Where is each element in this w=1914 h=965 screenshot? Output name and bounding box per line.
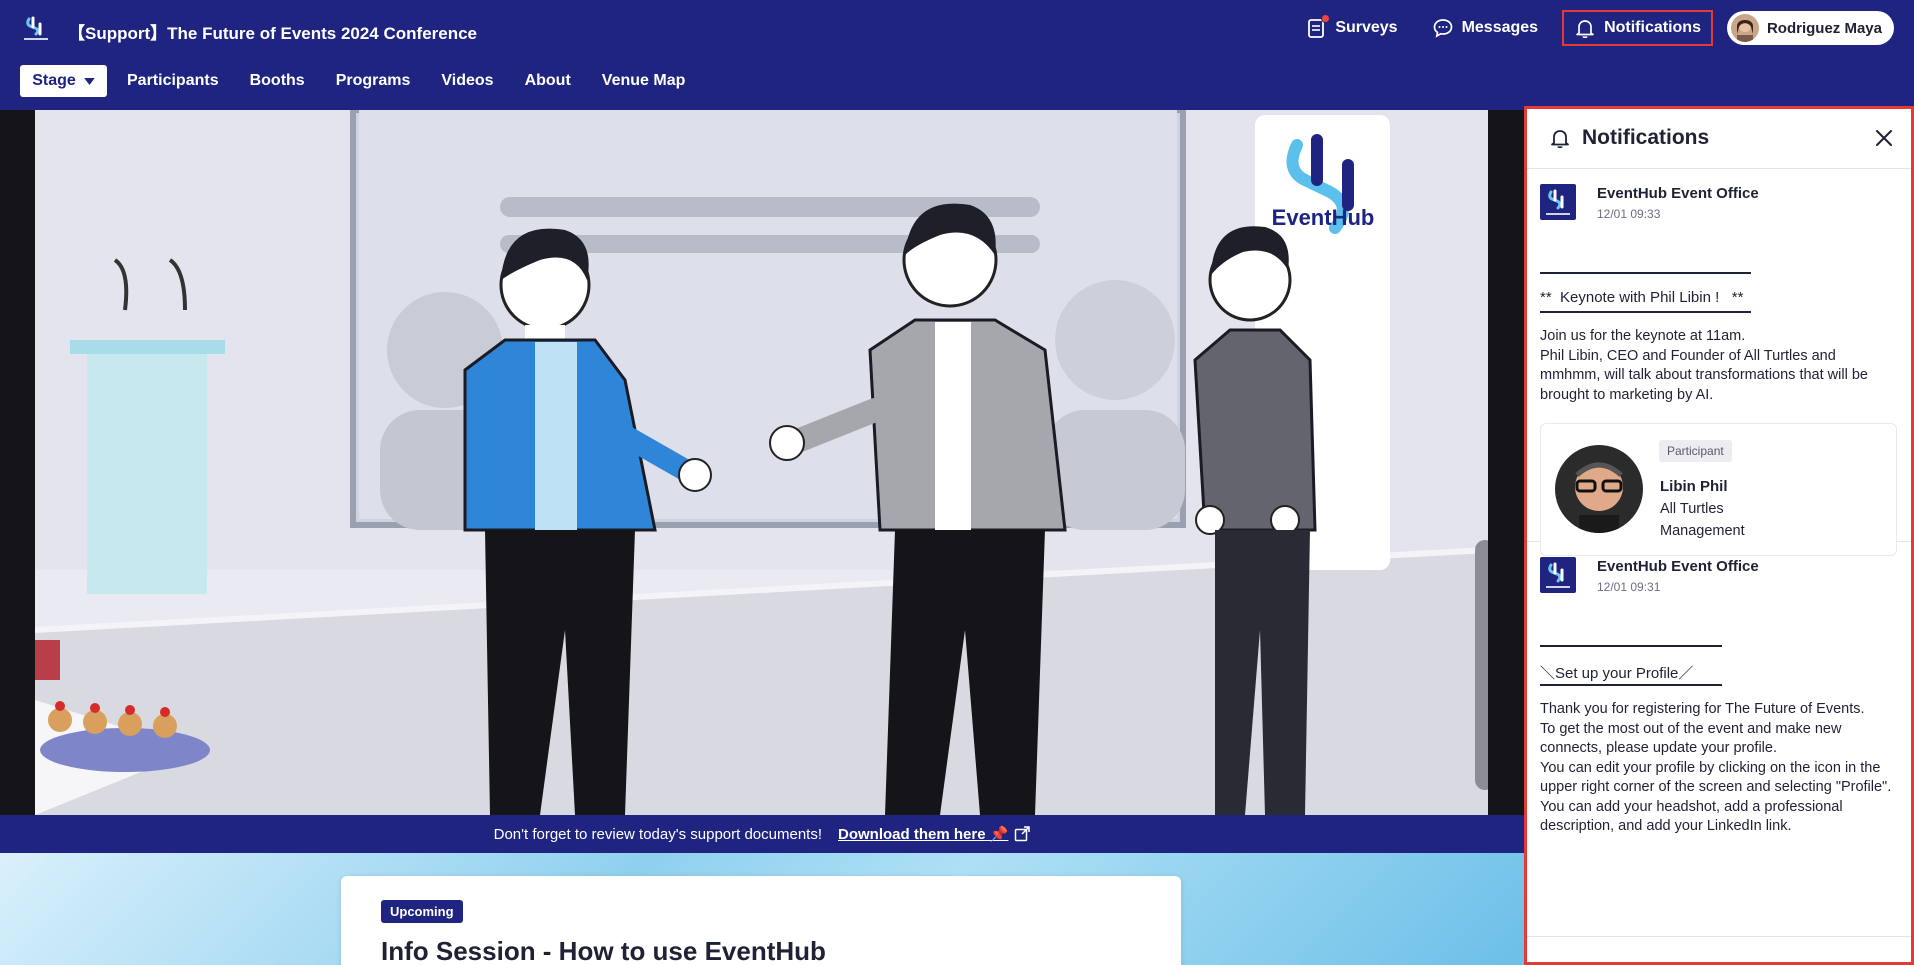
- nav-item-participants[interactable]: Participants: [127, 72, 219, 90]
- panel-title: Notifications: [1582, 126, 1710, 149]
- messages-button[interactable]: Messages: [1422, 10, 1549, 46]
- download-link[interactable]: Download them here 📌: [838, 825, 1031, 843]
- bell-icon: [1574, 17, 1596, 39]
- nav-items: Participants Booths Programs Videos Abou…: [127, 65, 685, 97]
- notification-body: Thank you for registering for The Future…: [1540, 700, 1905, 837]
- participant-name: Libin Phil: [1660, 478, 1728, 495]
- participant-title: Management: [1660, 523, 1745, 539]
- body-line: Join us for the keynote at 11am.: [1540, 328, 1746, 344]
- participant-company: All Turtles: [1660, 501, 1724, 517]
- nav-stage-dropdown[interactable]: Stage: [20, 65, 107, 97]
- top-bar: 【Support】The Future of Events 2024 Confe…: [0, 0, 1914, 58]
- body-line: Phil Libin, CEO and Founder of All Turtl…: [1540, 347, 1836, 364]
- notification-time: 12/01 09:31: [1597, 580, 1661, 594]
- notifications-label: Notifications: [1604, 19, 1701, 36]
- user-menu-button[interactable]: Rodriguez Maya: [1726, 11, 1894, 45]
- external-link-icon: [1015, 826, 1031, 842]
- body-line: connects, please update your profile.: [1540, 740, 1777, 756]
- user-avatar: [1730, 14, 1759, 42]
- participant-avatar: [1555, 445, 1643, 533]
- nav-stage-label: Stage: [32, 72, 76, 89]
- bell-icon: [1551, 130, 1569, 149]
- app-logo-icon[interactable]: [20, 12, 52, 44]
- body-line: upper right corner of the screen and sel…: [1540, 779, 1892, 795]
- body-line: You can add your headshot, add a profess…: [1540, 798, 1843, 815]
- notifications-button[interactable]: Notifications: [1562, 10, 1713, 46]
- banner-text: Don't forget to review today's support d…: [493, 825, 823, 843]
- nav-item-venue-map[interactable]: Venue Map: [602, 72, 686, 90]
- body-line: mmhmm, will talk about transformations t…: [1540, 367, 1868, 383]
- body-line: Thank you for registering for The Future…: [1540, 701, 1865, 717]
- notification-body: Join us for the keynote at 11am. Phil Li…: [1540, 327, 1905, 405]
- notification-item[interactable]: EventHub Event Office 12/01 09:33 ** Key…: [1527, 169, 1911, 556]
- video-player[interactable]: EventHub: [35, 110, 1488, 815]
- video-frame-illustration: EventHub: [35, 110, 1488, 815]
- survey-icon: [1305, 14, 1331, 39]
- download-link-label: Download them here 📌: [838, 826, 1009, 843]
- body-line: You can edit your profile by clicking on…: [1540, 759, 1881, 776]
- notification-item[interactable]: EventHub Event Office 12/01 09:31 ＼Set u…: [1527, 542, 1911, 937]
- status-badge: Upcoming: [381, 900, 463, 923]
- nav-item-booths[interactable]: Booths: [250, 72, 305, 90]
- sender-name: EventHub Event Office: [1597, 185, 1759, 202]
- event-title: 【Support】The Future of Events 2024 Confe…: [68, 24, 478, 43]
- caret-down-icon: [84, 77, 95, 85]
- sender-name: EventHub Event Office: [1597, 558, 1759, 575]
- divider-line: [1540, 272, 1751, 274]
- notification-heading: ＼Set up your Profile／: [1540, 665, 1694, 682]
- panel-header: Notifications: [1527, 109, 1911, 169]
- body-line: To get the most out of the event and mak…: [1540, 720, 1842, 737]
- participant-role-badge: Participant: [1659, 440, 1732, 462]
- user-name: Rodriguez Maya: [1766, 19, 1882, 37]
- session-card[interactable]: Upcoming Info Session - How to use Event…: [341, 876, 1181, 965]
- body-line: description, and add your LinkedIn link.: [1540, 818, 1792, 834]
- close-icon[interactable]: [1873, 127, 1895, 149]
- session-title: Info Session - How to use EventHub: [381, 936, 826, 965]
- support-banner: Don't forget to review today's support d…: [0, 815, 1524, 853]
- notification-heading: ** Keynote with Phil Libin ! **: [1540, 289, 1744, 306]
- nav-item-videos[interactable]: Videos: [441, 72, 493, 90]
- video-brand-text: EventHub: [1272, 205, 1375, 230]
- divider-line: [1540, 645, 1722, 647]
- body-line: brought to marketing by AI.: [1540, 386, 1714, 403]
- top-actions: Surveys Messages Notifications Rodriguez…: [1295, 10, 1894, 46]
- nav-item-about[interactable]: About: [525, 72, 571, 90]
- divider-line: [1540, 684, 1722, 686]
- nav-bar: Stage Participants Booths Programs Video…: [0, 58, 1914, 110]
- nav-item-programs[interactable]: Programs: [336, 72, 411, 90]
- chat-bubble-icon: [1432, 17, 1454, 39]
- sender-logo-icon: [1540, 557, 1576, 593]
- messages-label: Messages: [1461, 19, 1539, 36]
- participant-card[interactable]: Participant Libin Phil All Turtles Manag…: [1540, 423, 1897, 556]
- session-area: Upcoming Info Session - How to use Event…: [0, 853, 1524, 965]
- notification-time: 12/01 09:33: [1597, 207, 1661, 221]
- surveys-button[interactable]: Surveys: [1295, 10, 1407, 46]
- divider-line: [1540, 311, 1751, 313]
- sender-logo-icon: [1540, 184, 1576, 220]
- stage-area: EventHub: [0, 110, 1524, 815]
- surveys-label: Surveys: [1335, 19, 1398, 36]
- unread-dot: [1321, 14, 1331, 23]
- notifications-panel: Notifications EventHub Event Office 12/0…: [1524, 106, 1914, 965]
